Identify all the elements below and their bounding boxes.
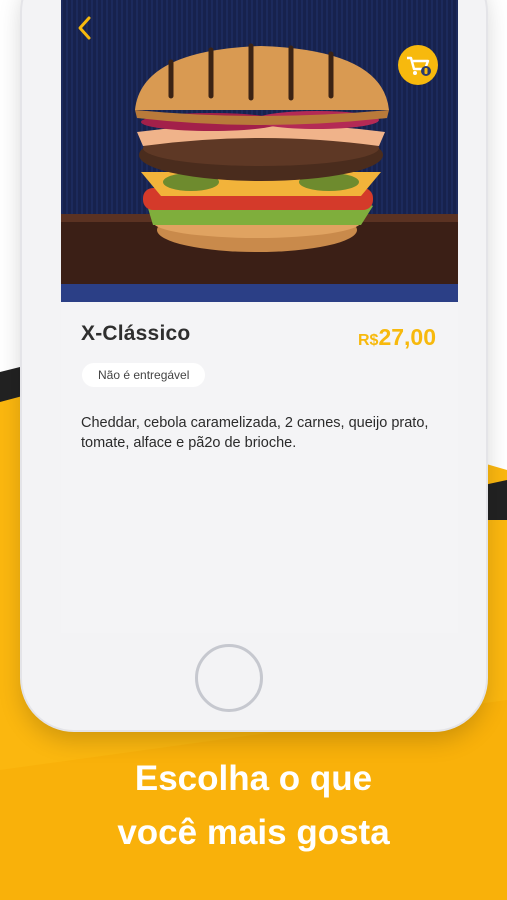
delivery-badge: Não é entregável bbox=[82, 363, 206, 387]
back-button[interactable] bbox=[71, 12, 99, 44]
tagline-line-1: Escolha o que bbox=[134, 759, 373, 798]
cart-button[interactable] bbox=[398, 45, 438, 85]
chevron-left-icon bbox=[78, 16, 91, 40]
product-name: X-Clássico bbox=[81, 322, 191, 345]
app-screen: X-Clássico R$27,00 Não é entregável Ched… bbox=[61, 0, 458, 633]
product-price: R$27,00 bbox=[358, 324, 436, 351]
shopping-cart-icon bbox=[407, 56, 431, 76]
price-value: 27,00 bbox=[378, 324, 436, 350]
product-description: Cheddar, cebola caramelizada, 2 carnes, … bbox=[81, 415, 429, 451]
home-button[interactable] bbox=[195, 644, 263, 712]
tagline: Escolha o que você mais gosta bbox=[0, 752, 507, 860]
tagline-line-2: você mais gosta bbox=[117, 813, 390, 852]
price-currency: R$ bbox=[357, 332, 379, 349]
